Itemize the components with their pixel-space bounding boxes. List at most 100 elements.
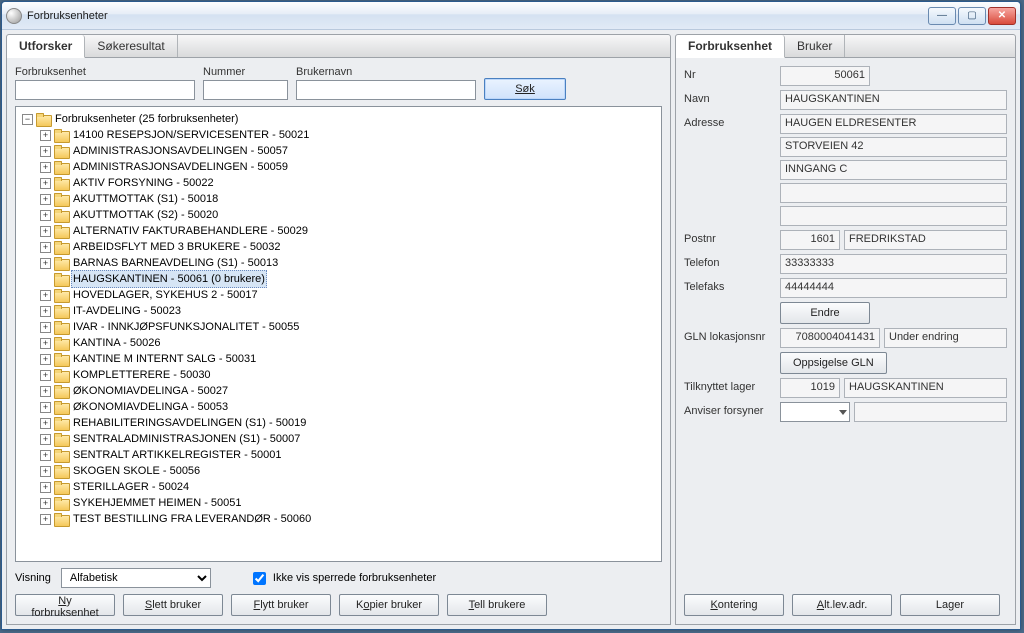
- forbruksenhet-label: Forbruksenhet: [15, 66, 195, 78]
- search-button[interactable]: Søk: [484, 78, 566, 100]
- tab-utforsker[interactable]: Utforsker: [7, 35, 85, 58]
- expand-icon[interactable]: +: [40, 306, 51, 317]
- expand-icon[interactable]: +: [40, 434, 51, 445]
- tree-node[interactable]: +ARBEIDSFLYT MED 3 BRUKERE - 50032: [40, 239, 659, 255]
- new-forbruksenhet-button[interactable]: Ny forbruksenhet: [15, 594, 115, 616]
- expand-placeholder: +: [40, 274, 51, 285]
- expand-icon[interactable]: +: [40, 290, 51, 301]
- expand-icon[interactable]: +: [40, 498, 51, 509]
- tree-node[interactable]: +REHABILITERINGSAVDELINGEN (S1) - 50019: [40, 415, 659, 431]
- expand-icon[interactable]: +: [40, 146, 51, 157]
- maximize-button[interactable]: ▢: [958, 7, 986, 25]
- expand-icon[interactable]: +: [40, 178, 51, 189]
- tree-node[interactable]: +HOVEDLAGER, SYKEHUS 2 - 50017: [40, 287, 659, 303]
- tree-node[interactable]: +BARNAS BARNEAVDELING (S1) - 50013: [40, 255, 659, 271]
- expand-icon[interactable]: +: [40, 482, 51, 493]
- tree-node-label: AKTIV FORSYNING - 50022: [71, 175, 216, 191]
- expand-icon[interactable]: +: [40, 402, 51, 413]
- tree-node[interactable]: +SYKEHJEMMET HEIMEN - 50051: [40, 495, 659, 511]
- tree-node[interactable]: +KANTINA - 50026: [40, 335, 659, 351]
- titlebar[interactable]: Forbruksenheter — ▢ ✕: [2, 2, 1020, 30]
- tree-node-label: HAUGSKANTINEN - 50061 (0 brukere): [71, 270, 267, 288]
- tree-node[interactable]: + IT-AVDELING - 50023: [40, 303, 659, 319]
- count-users-button[interactable]: Tell brukere: [447, 594, 547, 616]
- brukernavn-input[interactable]: [296, 80, 476, 100]
- tree-node-label: SKOGEN SKOLE - 50056: [71, 463, 202, 479]
- tree-node[interactable]: +TEST BESTILLING FRA LEVERANDØR - 50060: [40, 511, 659, 527]
- left-tabs: Utforsker Søkeresultat: [6, 34, 671, 58]
- tree-node-label: ALTERNATIV FAKTURABEHANDLERE - 50029: [71, 223, 310, 239]
- anviser-select[interactable]: [780, 402, 850, 422]
- folder-icon: [54, 209, 68, 221]
- lager-button[interactable]: Lager: [900, 594, 1000, 616]
- delete-user-button[interactable]: Slett bruker: [123, 594, 223, 616]
- expand-icon[interactable]: +: [40, 210, 51, 221]
- oppsigelse-gln-button[interactable]: Oppsigelse GLN: [780, 352, 887, 374]
- expand-icon[interactable]: +: [40, 450, 51, 461]
- tab-bruker[interactable]: Bruker: [785, 35, 845, 57]
- altlevadr-button[interactable]: Alt.lev.adr.: [792, 594, 892, 616]
- tree-node[interactable]: +KOMPLETTERERE - 50030: [40, 367, 659, 383]
- tree-node[interactable]: +AKUTTMOTTAK (S1) - 50018: [40, 191, 659, 207]
- move-user-button[interactable]: Flytt bruker: [231, 594, 331, 616]
- expand-icon[interactable]: +: [40, 242, 51, 253]
- forbruksenhet-input[interactable]: [15, 80, 195, 100]
- navn-value: HAUGSKANTINEN: [780, 90, 1007, 110]
- expand-icon[interactable]: +: [40, 466, 51, 477]
- expand-icon[interactable]: +: [40, 258, 51, 269]
- tree-node[interactable]: +STERILLAGER - 50024: [40, 479, 659, 495]
- tree-view[interactable]: − Forbruksenheter (25 forbruksenheter) +…: [15, 106, 662, 562]
- kontering-button[interactable]: Kontering: [684, 594, 784, 616]
- tree-node[interactable]: +IVAR - INNKJØPSFUNKSJONALITET - 50055: [40, 319, 659, 335]
- expand-icon[interactable]: +: [40, 418, 51, 429]
- folder-icon: [54, 273, 68, 285]
- expand-icon[interactable]: +: [40, 386, 51, 397]
- tree-node[interactable]: + SKOGEN SKOLE - 50056: [40, 463, 659, 479]
- expand-icon[interactable]: +: [40, 370, 51, 381]
- tree-node[interactable]: +14100 RESEPSJON/SERVICESENTER - 50021: [40, 127, 659, 143]
- tree-node[interactable]: + ADMINISTRASJONSAVDELINGEN - 50057: [40, 143, 659, 159]
- folder-icon: [54, 417, 68, 429]
- folder-icon: [54, 289, 68, 301]
- visning-select[interactable]: Alfabetisk: [61, 568, 211, 588]
- tree-root-node[interactable]: − Forbruksenheter (25 forbruksenheter): [22, 111, 659, 127]
- hide-closed-checkbox[interactable]: [253, 572, 266, 585]
- folder-icon: [54, 353, 68, 365]
- collapse-icon[interactable]: −: [22, 114, 33, 125]
- expand-icon[interactable]: +: [40, 162, 51, 173]
- tree-node[interactable]: +ØKONOMIAVDELINGA - 50027: [40, 383, 659, 399]
- endre-button[interactable]: Endre: [780, 302, 870, 324]
- expand-icon[interactable]: +: [40, 338, 51, 349]
- tree-node[interactable]: +ADMINISTRASJONSAVDELINGEN - 50059: [40, 159, 659, 175]
- tab-forbruksenhet[interactable]: Forbruksenhet: [676, 35, 785, 58]
- app-window: Forbruksenheter — ▢ ✕ Utforsker Søkeresu…: [1, 1, 1021, 630]
- tree-node[interactable]: +SENTRALADMINISTRASJONEN (S1) - 50007: [40, 431, 659, 447]
- expand-icon[interactable]: +: [40, 354, 51, 365]
- folder-icon: [54, 497, 68, 509]
- tree-node-label: ADMINISTRASJONSAVDELINGEN - 50057: [71, 143, 290, 159]
- app-icon: [6, 8, 22, 24]
- expand-icon[interactable]: +: [40, 514, 51, 525]
- tree-node[interactable]: +ØKONOMIAVDELINGA - 50053: [40, 399, 659, 415]
- expand-icon[interactable]: +: [40, 322, 51, 333]
- expand-icon[interactable]: +: [40, 226, 51, 237]
- tree-node[interactable]: + HAUGSKANTINEN - 50061 (0 brukere): [40, 271, 659, 287]
- folder-icon: [54, 257, 68, 269]
- expand-icon[interactable]: +: [40, 194, 51, 205]
- folder-icon: [54, 145, 68, 157]
- tree-node-label: IT-AVDELING - 50023: [71, 303, 183, 319]
- expand-icon[interactable]: +: [40, 130, 51, 141]
- close-button[interactable]: ✕: [988, 7, 1016, 25]
- tab-sokeresultat[interactable]: Søkeresultat: [85, 35, 177, 57]
- tree-node[interactable]: +AKUTTMOTTAK (S2) - 50020: [40, 207, 659, 223]
- copy-user-button[interactable]: Kopier bruker: [339, 594, 439, 616]
- tree-node[interactable]: +SENTRALT ARTIKKELREGISTER - 50001: [40, 447, 659, 463]
- tree-node[interactable]: +KANTINE M INTERNT SALG - 50031: [40, 351, 659, 367]
- tree-node[interactable]: + AKTIV FORSYNING - 50022: [40, 175, 659, 191]
- nr-label: Nr: [684, 66, 774, 81]
- nummer-input[interactable]: [203, 80, 288, 100]
- minimize-button[interactable]: —: [928, 7, 956, 25]
- tilknyttet-label: Tilknyttet lager: [684, 378, 774, 393]
- left-action-row: Ny forbruksenhet Slett bruker Flytt bruk…: [15, 588, 662, 616]
- tree-node[interactable]: + ALTERNATIV FAKTURABEHANDLERE - 50029: [40, 223, 659, 239]
